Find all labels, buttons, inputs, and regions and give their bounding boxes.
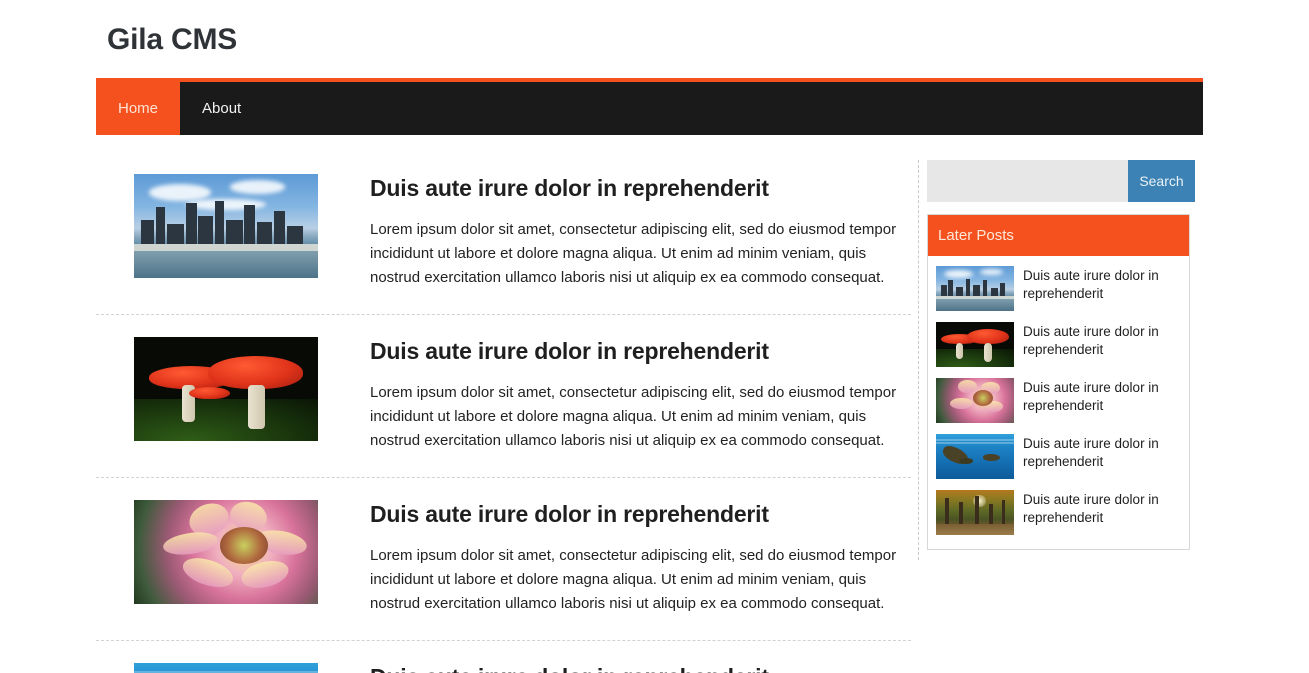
article-body: Duis aute irure dolor in reprehenderit bbox=[318, 663, 911, 673]
article-thumbnail-city[interactable] bbox=[134, 174, 318, 278]
list-item[interactable]: Duis aute irure dolor in reprehenderit bbox=[936, 317, 1181, 373]
list-item[interactable]: Duis aute irure dolor in reprehenderit bbox=[936, 261, 1181, 317]
site-header: Gila CMS bbox=[0, 0, 1309, 75]
article-title[interactable]: Duis aute irure dolor in reprehenderit bbox=[370, 500, 901, 528]
later-posts-panel: Later Posts Duis aute irure dolor in rep… bbox=[927, 214, 1190, 550]
nav-item-home-label: Home bbox=[118, 100, 159, 117]
search-input[interactable] bbox=[927, 160, 1128, 202]
article-excerpt: Lorem ipsum dolor sit amet, consectetur … bbox=[370, 547, 897, 612]
article-title[interactable]: Duis aute irure dolor in reprehenderit bbox=[370, 337, 901, 365]
article-item: Duis aute irure dolor in reprehenderit L… bbox=[96, 477, 911, 640]
later-posts-title: Later Posts bbox=[928, 215, 1189, 256]
article-excerpt: Lorem ipsum dolor sit amet, consectetur … bbox=[370, 384, 897, 449]
underwater-turtle-image bbox=[134, 663, 318, 673]
red-mushrooms-thumb bbox=[936, 322, 1014, 367]
post-title: Duis aute irure dolor in reprehenderit bbox=[1023, 436, 1159, 469]
post-thumbnail-sea bbox=[936, 434, 1014, 479]
article-title[interactable]: Duis aute irure dolor in reprehenderit bbox=[370, 663, 901, 673]
list-item[interactable]: Duis aute irure dolor in reprehenderit bbox=[936, 485, 1181, 541]
list-item[interactable]: Duis aute irure dolor in reprehenderit bbox=[936, 373, 1181, 429]
post-title: Duis aute irure dolor in reprehenderit bbox=[1023, 492, 1159, 525]
underwater-turtle-thumb bbox=[936, 434, 1014, 479]
article-thumbnail-flower[interactable] bbox=[134, 500, 318, 604]
post-title: Duis aute irure dolor in reprehenderit bbox=[1023, 380, 1159, 413]
article-thumbnail-sea[interactable] bbox=[134, 663, 318, 673]
search-button[interactable]: Search bbox=[1128, 160, 1195, 202]
pink-dahlia-flower-thumb bbox=[936, 378, 1014, 423]
nav-item-about-label: About bbox=[202, 100, 242, 117]
article-item: Duis aute irure dolor in reprehenderit L… bbox=[96, 160, 911, 314]
city-skyline-thumb bbox=[936, 266, 1014, 311]
post-thumbnail-forest bbox=[936, 490, 1014, 535]
autumn-forest-thumb bbox=[936, 490, 1014, 535]
article-item: Duis aute irure dolor in reprehenderit L… bbox=[96, 314, 911, 477]
nav-item-about[interactable]: About bbox=[180, 82, 263, 135]
site-title: Gila CMS bbox=[107, 23, 238, 56]
nav-list: Home About bbox=[96, 82, 1203, 135]
article-item: Duis aute irure dolor in reprehenderit bbox=[96, 640, 911, 673]
article-body: Duis aute irure dolor in reprehenderit L… bbox=[318, 174, 911, 290]
article-excerpt: Lorem ipsum dolor sit amet, consectetur … bbox=[370, 221, 897, 286]
article-title[interactable]: Duis aute irure dolor in reprehenderit bbox=[370, 174, 901, 202]
later-posts-list: Duis aute irure dolor in reprehenderit D… bbox=[928, 256, 1189, 549]
main-navigation: Home About bbox=[96, 78, 1203, 135]
search-form: Search bbox=[927, 160, 1195, 202]
list-item[interactable]: Duis aute irure dolor in reprehenderit bbox=[936, 429, 1181, 485]
article-list: Duis aute irure dolor in reprehenderit L… bbox=[96, 160, 911, 673]
post-thumbnail-city bbox=[936, 266, 1014, 311]
article-thumbnail-mushrooms[interactable] bbox=[134, 337, 318, 441]
page-root: Gila CMS Home About Duis aute irure dolo… bbox=[0, 0, 1309, 673]
pink-dahlia-flower-image bbox=[134, 500, 318, 604]
city-skyline-image bbox=[134, 174, 318, 278]
post-title: Duis aute irure dolor in reprehenderit bbox=[1023, 268, 1159, 301]
post-thumbnail-flower bbox=[936, 378, 1014, 423]
nav-item-home[interactable]: Home bbox=[96, 82, 181, 135]
post-thumbnail-mushrooms bbox=[936, 322, 1014, 367]
article-body: Duis aute irure dolor in reprehenderit L… bbox=[318, 337, 911, 453]
post-title: Duis aute irure dolor in reprehenderit bbox=[1023, 324, 1159, 357]
sidebar: Search Later Posts Duis aute irure dolor… bbox=[918, 160, 1195, 560]
content-area: Duis aute irure dolor in reprehenderit L… bbox=[96, 160, 1203, 673]
article-body: Duis aute irure dolor in reprehenderit L… bbox=[318, 500, 911, 616]
red-mushrooms-image bbox=[134, 337, 318, 441]
